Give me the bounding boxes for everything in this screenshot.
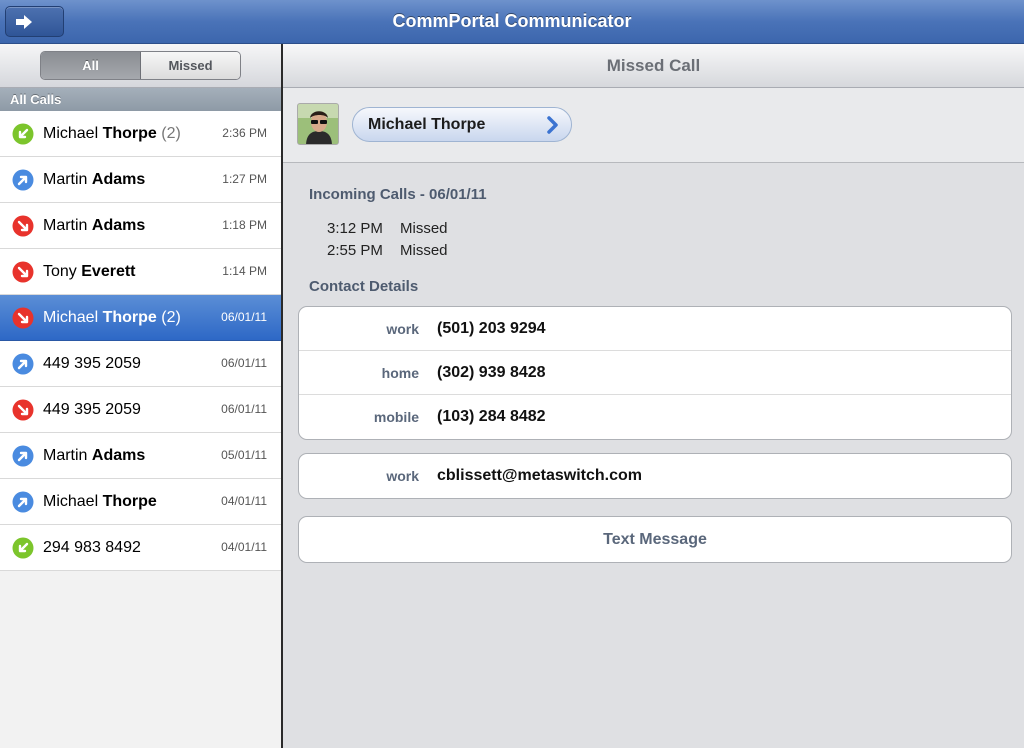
call-entry-time: 2:55 PM bbox=[327, 242, 383, 259]
call-time: 1:18 PM bbox=[222, 218, 267, 232]
call-time: 1:14 PM bbox=[222, 264, 267, 278]
call-time: 06/01/11 bbox=[221, 310, 267, 324]
email-group: work cblissett@metaswitch.com bbox=[298, 453, 1012, 499]
call-time: 06/01/11 bbox=[221, 356, 267, 370]
call-time: 05/01/11 bbox=[221, 448, 267, 462]
phone-row-work[interactable]: work (501) 203 9294 bbox=[299, 307, 1011, 351]
email-address: cblissett@metaswitch.com bbox=[437, 467, 642, 484]
incoming-call-arrow-icon bbox=[12, 537, 34, 559]
outgoing-call-arrow-icon bbox=[12, 491, 34, 513]
missed-call-arrow-icon bbox=[12, 215, 34, 237]
missed-call-arrow-icon bbox=[12, 307, 34, 329]
email-row-work[interactable]: work cblissett@metaswitch.com bbox=[299, 454, 1011, 498]
caller-name: 449 395 2059 bbox=[43, 401, 141, 418]
contact-bar: Michael Thorpe bbox=[283, 88, 1024, 163]
incoming-calls-title: Incoming Calls - 06/01/11 bbox=[309, 186, 487, 203]
call-list-row[interactable]: 294 983 8492 04/01/11 bbox=[0, 525, 281, 571]
call-time: 1:27 PM bbox=[222, 172, 267, 186]
text-message-button[interactable]: Text Message bbox=[298, 516, 1012, 563]
call-list: Michael Thorpe (2) 2:36 PM Martin Adams 1:2… bbox=[0, 111, 281, 571]
detail-header: Missed Call bbox=[283, 44, 1024, 88]
call-entry-status: Missed bbox=[400, 242, 448, 259]
outgoing-call-arrow-icon bbox=[12, 353, 34, 375]
call-list-row[interactable]: Martin Adams 1:27 PM bbox=[0, 157, 281, 203]
missed-call-arrow-icon bbox=[12, 261, 34, 283]
call-list-row[interactable]: Michael Thorpe 04/01/11 bbox=[0, 479, 281, 525]
caller-name: 449 395 2059 bbox=[43, 355, 141, 372]
contact-name: Michael Thorpe bbox=[368, 116, 486, 133]
phone-numbers-group: work (501) 203 9294 home (302) 939 8428 … bbox=[298, 306, 1012, 440]
outgoing-call-arrow-icon bbox=[12, 169, 34, 191]
call-time: 04/01/11 bbox=[221, 540, 267, 554]
call-list-row[interactable]: Michael Thorpe (2) 06/01/11 bbox=[0, 295, 281, 341]
missed-call-arrow-icon bbox=[12, 399, 34, 421]
app-title: CommPortal Communicator bbox=[392, 11, 632, 31]
call-time: 06/01/11 bbox=[221, 402, 267, 416]
call-time: 04/01/11 bbox=[221, 494, 267, 508]
call-history-pane: All Missed All Calls Michael Thorpe (2) 2… bbox=[0, 44, 281, 748]
phone-number: (103) 284 8482 bbox=[437, 408, 546, 425]
phone-number: (501) 203 9294 bbox=[437, 320, 546, 337]
call-list-row[interactable]: 449 395 2059 06/01/11 bbox=[0, 341, 281, 387]
call-list-row[interactable]: 449 395 2059 06/01/11 bbox=[0, 387, 281, 433]
caller-name: Michael Thorpe (2) bbox=[43, 125, 181, 142]
filter-segmented-control: All Missed bbox=[40, 51, 241, 80]
filter-missed-button[interactable]: Missed bbox=[141, 52, 240, 79]
phone-number: (302) 939 8428 bbox=[437, 364, 546, 381]
incoming-call-arrow-icon bbox=[12, 123, 34, 145]
filter-bar: All Missed bbox=[0, 44, 281, 88]
caller-name: Martin Adams bbox=[43, 171, 146, 188]
call-list-row[interactable]: Martin Adams 05/01/11 bbox=[0, 433, 281, 479]
contact-details-title: Contact Details bbox=[309, 278, 419, 295]
phone-label: work bbox=[386, 321, 419, 337]
caller-name: Martin Adams bbox=[43, 447, 146, 464]
call-list-row[interactable]: Tony Everett 1:14 PM bbox=[0, 249, 281, 295]
phone-row-home[interactable]: home (302) 939 8428 bbox=[299, 351, 1011, 395]
caller-name: Tony Everett bbox=[43, 263, 136, 280]
avatar bbox=[297, 103, 339, 145]
section-header: All Calls bbox=[0, 88, 281, 111]
phone-label: mobile bbox=[373, 409, 419, 425]
call-detail-pane: Missed Call Michael Thorpe Incoming Call… bbox=[283, 44, 1024, 748]
filter-all-button[interactable]: All bbox=[41, 52, 141, 79]
outgoing-call-arrow-icon bbox=[12, 445, 34, 467]
call-entry-status: Missed bbox=[400, 220, 448, 237]
caller-name: Michael Thorpe (2) bbox=[43, 309, 181, 326]
chevron-right-icon bbox=[547, 116, 558, 134]
call-time: 2:36 PM bbox=[222, 126, 267, 140]
call-count: (2) bbox=[161, 309, 181, 326]
caller-name: Martin Adams bbox=[43, 217, 146, 234]
call-list-row[interactable]: Martin Adams 1:18 PM bbox=[0, 203, 281, 249]
email-label: work bbox=[386, 468, 419, 484]
contact-name-button[interactable]: Michael Thorpe bbox=[352, 107, 572, 142]
phone-label: home bbox=[381, 365, 419, 381]
call-list-row[interactable]: Michael Thorpe (2) 2:36 PM bbox=[0, 111, 281, 157]
caller-name: Michael Thorpe bbox=[43, 493, 157, 510]
call-entry-time: 3:12 PM bbox=[327, 220, 383, 237]
phone-row-mobile[interactable]: mobile (103) 284 8482 bbox=[299, 395, 1011, 439]
caller-name: 294 983 8492 bbox=[43, 539, 141, 556]
title-bar: CommPortal Communicator bbox=[0, 0, 1024, 44]
call-count: (2) bbox=[161, 125, 181, 142]
